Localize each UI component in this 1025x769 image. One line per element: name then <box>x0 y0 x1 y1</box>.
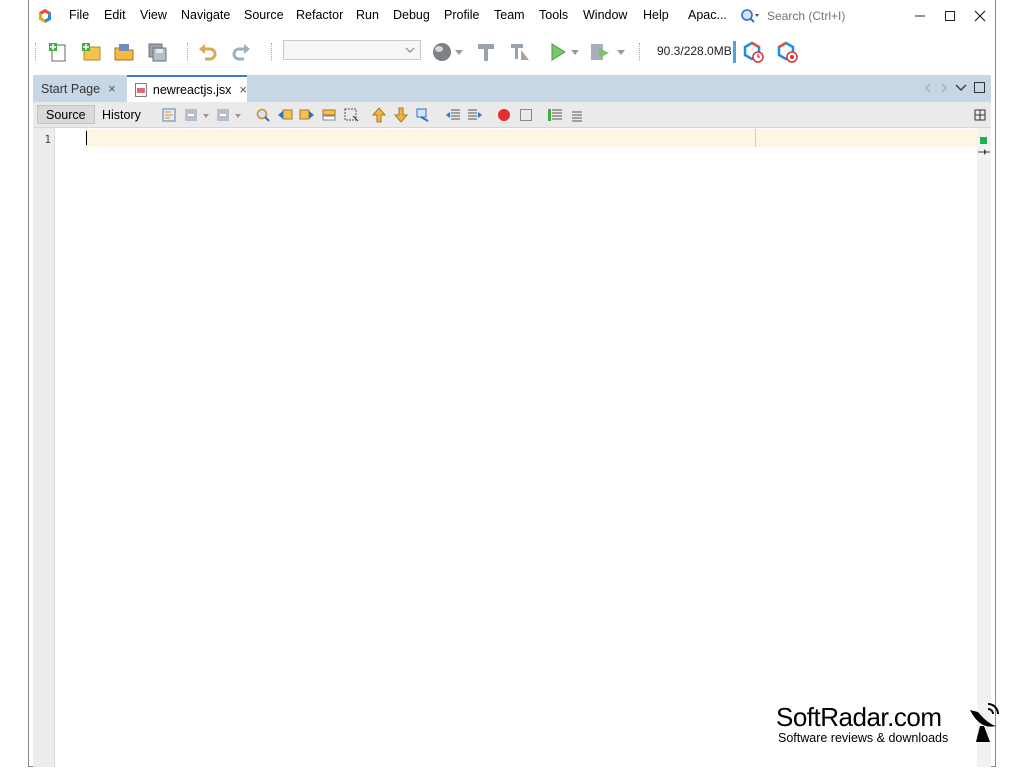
menu-run[interactable]: Run <box>356 8 379 22</box>
chevron-down-icon[interactable] <box>955 83 967 93</box>
quick-search <box>739 6 905 26</box>
toggle-bookmark-icon[interactable] <box>415 107 431 123</box>
tab-label: newreactjs.jsx <box>152 82 232 97</box>
dropdown-arrow-icon[interactable] <box>235 114 241 118</box>
maximize-icon <box>945 11 955 21</box>
dropdown-arrow-icon[interactable] <box>571 50 579 56</box>
jsx-file-icon <box>135 82 147 97</box>
no-errors-indicator[interactable] <box>980 137 987 144</box>
menu-file[interactable]: File <box>69 8 89 22</box>
dropdown-arrow-icon[interactable] <box>203 114 209 118</box>
menu-source[interactable]: Source <box>244 8 284 22</box>
split-editor-icon[interactable] <box>974 109 986 121</box>
prev-bookmark-icon[interactable] <box>371 107 387 123</box>
toolbar-separator <box>187 43 190 61</box>
toolbar-grip <box>35 43 38 61</box>
right-margin-line <box>755 129 756 147</box>
next-bookmark-icon[interactable] <box>393 107 409 123</box>
code-editor[interactable] <box>55 128 977 767</box>
tab-newreactjs[interactable]: newreactjs.jsx × <box>127 75 247 102</box>
menu-view[interactable]: View <box>140 8 167 22</box>
current-line-highlight <box>85 129 977 147</box>
menu-profile[interactable]: Profile <box>444 8 479 22</box>
start-macro-icon[interactable] <box>496 107 512 123</box>
undo-icon[interactable] <box>197 41 219 63</box>
editor-tab-bar: Start Page × newreactjs.jsx × <box>33 75 991 102</box>
netbeans-logo-icon <box>39 9 51 23</box>
globe-icon[interactable] <box>431 41 453 63</box>
dropdown-arrow-icon[interactable] <box>455 50 463 56</box>
forward-icon[interactable] <box>215 107 231 123</box>
softradar-watermark: SoftRadar.com Software reviews & downloa… <box>776 703 948 745</box>
source-view-button[interactable]: Source <box>37 105 95 124</box>
close-icon <box>974 10 986 22</box>
watermark-subtitle: Software reviews & downloads <box>778 731 949 745</box>
stop-macro-icon[interactable] <box>518 107 534 123</box>
profile-2-icon[interactable] <box>776 41 798 63</box>
shift-right-icon[interactable] <box>467 107 483 123</box>
watermark-title: SoftRadar.com <box>776 702 942 732</box>
tab-label: Start Page <box>41 81 101 96</box>
find-icon[interactable] <box>255 107 271 123</box>
text-caret <box>86 131 87 145</box>
new-file-icon[interactable] <box>47 41 69 63</box>
menu-bar: File Edit View Navigate Source Refactor … <box>29 0 995 33</box>
rect-select-icon[interactable] <box>343 107 359 123</box>
menu-window[interactable]: Window <box>583 8 627 22</box>
menu-navigate[interactable]: Navigate <box>181 8 230 22</box>
memory-usage[interactable]: 90.3/228.0MB <box>657 44 732 58</box>
line-number-gutter: 1 <box>33 128 55 767</box>
close-icon[interactable]: × <box>239 82 247 97</box>
minimize-button[interactable] <box>910 6 930 26</box>
maximize-button[interactable] <box>940 6 960 26</box>
find-next-icon[interactable] <box>299 107 315 123</box>
menu-team[interactable]: Team <box>494 8 525 22</box>
chevron-left-icon[interactable] <box>923 83 933 93</box>
back-icon[interactable] <box>183 107 199 123</box>
project-config-combo[interactable] <box>283 40 421 60</box>
main-toolbar: 90.3/228.0MB <box>29 33 995 73</box>
save-all-icon[interactable] <box>146 41 168 63</box>
menu-apache-overflow[interactable]: Apac... <box>688 8 727 22</box>
search-icon[interactable] <box>740 8 760 24</box>
menu-help[interactable]: Help <box>643 8 669 22</box>
line-number: 1 <box>44 133 51 146</box>
toolbar-separator <box>271 43 274 61</box>
menu-debug[interactable]: Debug <box>393 8 430 22</box>
caret-marker-icon <box>978 149 990 155</box>
debug-icon[interactable] <box>589 41 611 63</box>
error-stripe[interactable] <box>977 128 991 767</box>
history-view-button[interactable]: History <box>94 105 149 124</box>
build-hammer-icon[interactable] <box>475 41 497 63</box>
minimize-icon <box>915 15 925 17</box>
toggle-highlight-icon[interactable] <box>321 107 337 123</box>
memory-bar <box>733 41 736 63</box>
menu-tools[interactable]: Tools <box>539 8 568 22</box>
editor-toolbar: Source History <box>33 102 991 128</box>
close-window-button[interactable] <box>970 6 990 26</box>
toolbar-separator <box>639 43 642 61</box>
chevron-down-icon <box>405 47 415 53</box>
search-input[interactable] <box>763 6 903 26</box>
redo-icon[interactable] <box>230 41 252 63</box>
comment-icon[interactable] <box>547 107 563 123</box>
open-project-icon[interactable] <box>113 41 135 63</box>
uncomment-icon[interactable] <box>569 107 585 123</box>
maximize-editor-icon[interactable] <box>974 82 985 93</box>
dropdown-arrow-icon[interactable] <box>617 50 625 56</box>
ide-window: File Edit View Navigate Source Refactor … <box>28 0 996 767</box>
chevron-right-icon[interactable] <box>939 83 949 93</box>
menu-refactor[interactable]: Refactor <box>296 8 343 22</box>
satellite-dish-logo-icon <box>970 703 999 742</box>
shift-left-icon[interactable] <box>445 107 461 123</box>
new-project-icon[interactable] <box>80 41 102 63</box>
close-icon[interactable]: × <box>108 81 116 96</box>
run-icon[interactable] <box>547 41 569 63</box>
tab-start-page[interactable]: Start Page × <box>41 75 116 102</box>
clean-build-icon[interactable] <box>509 41 531 63</box>
last-edit-icon[interactable] <box>161 107 177 123</box>
menu-edit[interactable]: Edit <box>104 8 126 22</box>
find-previous-icon[interactable] <box>277 107 293 123</box>
profile-icon[interactable] <box>742 41 764 63</box>
